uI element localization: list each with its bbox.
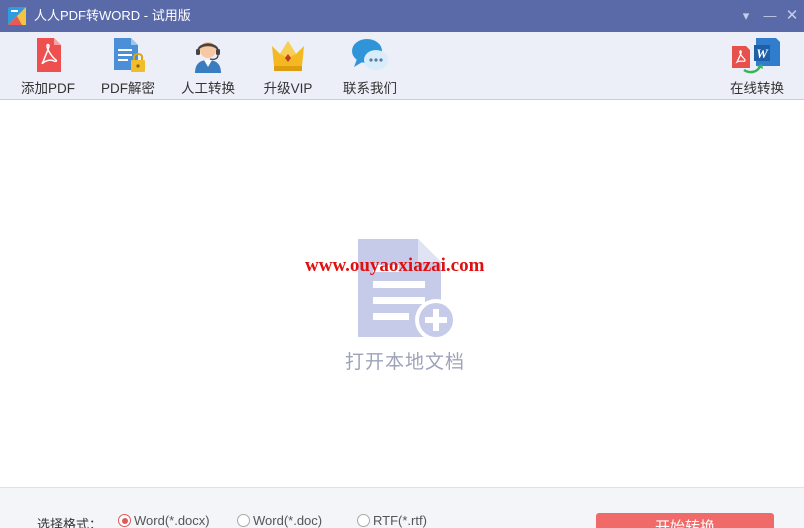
upgrade-vip-button[interactable]: 升级VIP xyxy=(252,32,324,100)
title-bar: 人人PDF转WORD - 试用版 ▾ — ✕ xyxy=(0,0,804,32)
chat-bubble-icon xyxy=(352,39,388,70)
toolbar: 添加PDF PDF解密 人工转换 升级VIP 联系我们 W 在线转换 xyxy=(0,32,804,100)
radio-icon[interactable] xyxy=(357,514,370,527)
pdf-decrypt-button[interactable]: PDF解密 xyxy=(92,32,164,100)
pdf-decrypt-label: PDF解密 xyxy=(101,81,155,96)
online-convert-label: 在线转换 xyxy=(730,81,784,96)
pdf-decrypt-icon xyxy=(114,38,145,72)
start-convert-button[interactable]: 开始转换 xyxy=(596,513,774,528)
online-convert-button[interactable]: W 在线转换 xyxy=(722,32,792,100)
watermark-text: www.ouyaoxiazai.com xyxy=(305,255,485,276)
upgrade-vip-label: 升级VIP xyxy=(263,81,313,96)
app-logo-icon xyxy=(8,7,26,25)
document-drop-area[interactable]: 打开本地文档 www.ouyaoxiazai.com xyxy=(0,101,804,487)
customer-service-icon xyxy=(195,42,221,73)
format-option-label: Word(*.doc) xyxy=(253,513,323,528)
pdf-to-word-icon: W xyxy=(732,38,780,74)
manual-convert-button[interactable]: 人工转换 xyxy=(172,32,244,100)
format-option-rtf[interactable]: RTF(*.rtf) xyxy=(357,513,427,528)
manual-convert-label: 人工转换 xyxy=(181,81,235,96)
add-pdf-icon xyxy=(37,38,61,72)
open-local-document-label[interactable]: 打开本地文档 xyxy=(330,347,480,374)
add-pdf-label: 添加PDF xyxy=(21,81,75,96)
dropdown-menu-icon[interactable]: ▾ xyxy=(736,6,756,26)
add-pdf-button[interactable]: 添加PDF xyxy=(10,32,86,100)
format-option-doc[interactable]: Word(*.doc) xyxy=(237,513,322,528)
close-button[interactable]: ✕ xyxy=(782,6,802,26)
format-option-label: RTF(*.rtf) xyxy=(373,513,427,528)
bottom-bar: 选择格式： Word(*.docx) Word(*.doc) RTF(*.rtf… xyxy=(0,487,804,528)
contact-us-label: 联系我们 xyxy=(343,81,397,96)
format-option-label: Word(*.docx) xyxy=(134,513,210,528)
format-label: 选择格式： xyxy=(37,517,103,528)
radio-selected-icon[interactable] xyxy=(118,514,131,527)
window-title: 人人PDF转WORD - 试用版 xyxy=(34,8,191,23)
crown-icon xyxy=(272,41,304,71)
minimize-button[interactable]: — xyxy=(760,6,780,26)
radio-icon[interactable] xyxy=(237,514,250,527)
svg-text:W: W xyxy=(756,46,769,61)
format-option-docx[interactable]: Word(*.docx) xyxy=(118,513,210,528)
contact-us-button[interactable]: 联系我们 xyxy=(334,32,406,100)
